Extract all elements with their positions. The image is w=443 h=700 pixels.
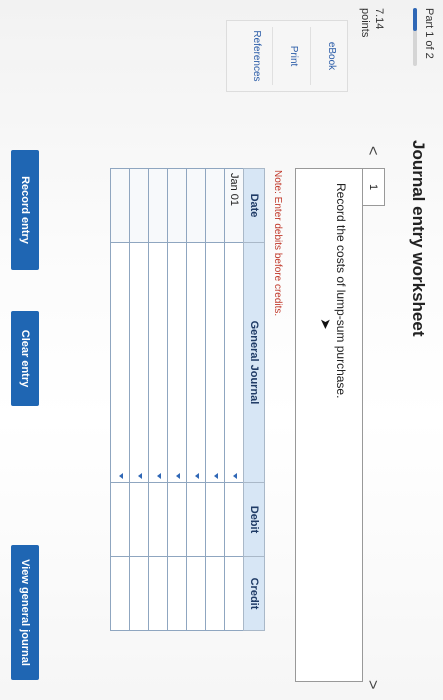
date-cell[interactable]: Jan 01 bbox=[224, 168, 244, 243]
part-progress-fill bbox=[413, 8, 417, 32]
divider bbox=[310, 27, 311, 85]
credit-input[interactable] bbox=[205, 556, 225, 631]
page-title: Journal entry worksheet bbox=[409, 140, 428, 337]
date-cell[interactable] bbox=[205, 168, 225, 243]
credit-input[interactable] bbox=[167, 556, 187, 631]
account-select[interactable] bbox=[148, 242, 168, 483]
debit-input[interactable] bbox=[129, 482, 149, 557]
print-link[interactable]: Print bbox=[288, 21, 299, 91]
dropdown-arrow-icon bbox=[214, 473, 218, 479]
date-cell[interactable] bbox=[129, 168, 149, 243]
account-select[interactable] bbox=[167, 242, 187, 483]
mouse-cursor-icon: ➤ bbox=[318, 318, 334, 330]
date-cell[interactable] bbox=[167, 168, 187, 243]
table-row bbox=[110, 168, 130, 631]
date-cell[interactable] bbox=[186, 168, 206, 243]
dropdown-arrow-icon bbox=[157, 473, 161, 479]
credit-input[interactable] bbox=[148, 556, 168, 631]
debit-header: Debit bbox=[243, 482, 265, 557]
dropdown-arrow-icon bbox=[119, 473, 123, 479]
clear-entry-button[interactable]: Clear entry bbox=[11, 311, 39, 406]
step-tab-1[interactable]: 1 bbox=[362, 168, 385, 206]
account-select[interactable] bbox=[129, 242, 149, 483]
table-row bbox=[186, 168, 206, 631]
dropdown-arrow-icon bbox=[176, 473, 180, 479]
part-progress-bar bbox=[413, 8, 417, 66]
table-row bbox=[148, 168, 168, 631]
account-select[interactable] bbox=[205, 242, 225, 483]
credit-input[interactable] bbox=[186, 556, 206, 631]
record-entry-button[interactable]: Record entry bbox=[11, 150, 39, 270]
dropdown-arrow-icon bbox=[195, 473, 199, 479]
debit-input[interactable] bbox=[205, 482, 225, 557]
chevron-right-icon[interactable]: > bbox=[363, 680, 381, 689]
points-label: points bbox=[359, 8, 371, 38]
divider bbox=[272, 27, 273, 85]
debit-input[interactable] bbox=[186, 482, 206, 557]
instruction-text: Record the costs of lump-sum purchase. bbox=[334, 183, 348, 399]
ebook-link[interactable]: eBook bbox=[326, 21, 337, 91]
account-select[interactable] bbox=[224, 242, 244, 483]
dropdown-arrow-icon bbox=[233, 473, 237, 479]
general-journal-table: Date General Journal Debit Credit Jan 01 bbox=[110, 168, 265, 631]
journal-body: Jan 01 bbox=[110, 168, 244, 631]
table-header-row: Date General Journal Debit Credit bbox=[243, 168, 265, 631]
date-cell[interactable] bbox=[148, 168, 168, 243]
credit-input[interactable] bbox=[110, 556, 130, 631]
table-row bbox=[167, 168, 187, 631]
table-row bbox=[129, 168, 149, 631]
general-journal-header: General Journal bbox=[243, 242, 265, 483]
debit-input[interactable] bbox=[148, 482, 168, 557]
credit-header: Credit bbox=[243, 556, 265, 631]
debit-input[interactable] bbox=[224, 482, 244, 557]
account-select[interactable] bbox=[110, 242, 130, 483]
journal-entry-page: Part 1 of 2 7.14 points eBook Print Refe… bbox=[0, 0, 443, 700]
date-cell[interactable] bbox=[110, 168, 130, 243]
chevron-left-icon[interactable]: < bbox=[363, 146, 381, 155]
credit-input[interactable] bbox=[224, 556, 244, 631]
credit-input[interactable] bbox=[129, 556, 149, 631]
points-value: 7.14 bbox=[373, 8, 385, 30]
references-link[interactable]: References bbox=[251, 21, 262, 91]
debit-input[interactable] bbox=[167, 482, 187, 557]
debit-input[interactable] bbox=[110, 482, 130, 557]
account-select[interactable] bbox=[186, 242, 206, 483]
resource-panel: eBook Print References bbox=[226, 20, 348, 92]
dropdown-arrow-icon bbox=[138, 473, 142, 479]
table-row bbox=[205, 168, 225, 631]
debit-credit-note: Note: Enter debits before credits. bbox=[272, 170, 283, 317]
instruction-box: Record the costs of lump-sum purchase. bbox=[295, 168, 363, 682]
date-header: Date bbox=[243, 168, 265, 243]
part-indicator: Part 1 of 2 bbox=[423, 8, 435, 59]
table-row: Jan 01 bbox=[224, 168, 244, 631]
view-general-journal-button[interactable]: View general journal bbox=[11, 545, 39, 680]
